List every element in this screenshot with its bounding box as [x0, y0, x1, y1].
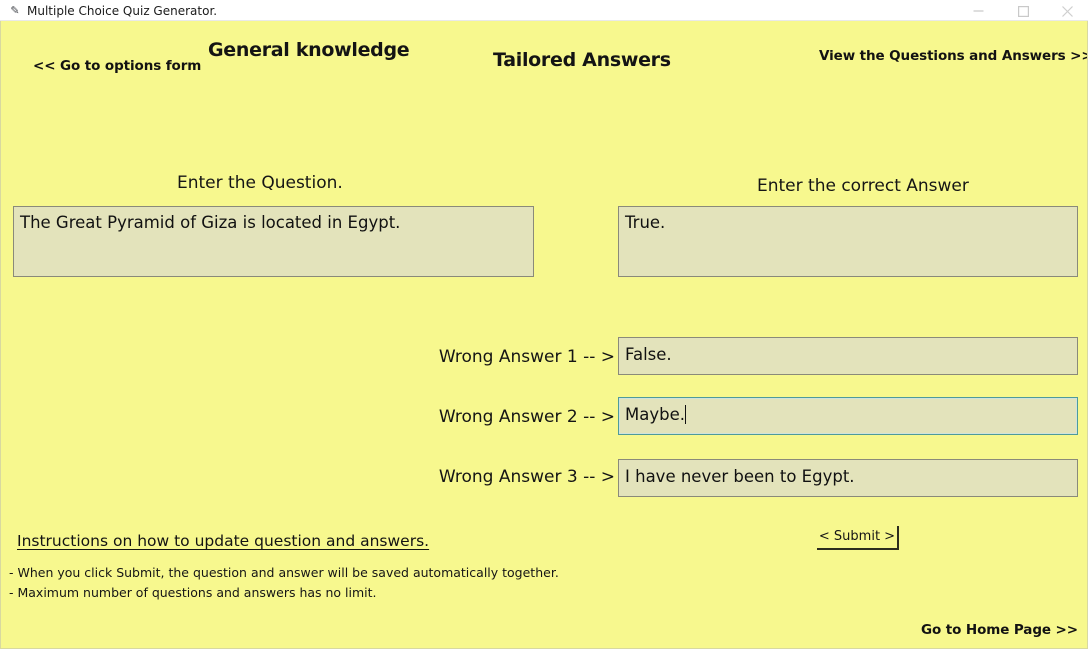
- wrong-answer-2-text: Maybe.: [625, 405, 685, 424]
- minimize-icon[interactable]: [956, 0, 1001, 21]
- go-to-options-form-link[interactable]: << Go to options form: [33, 58, 201, 74]
- close-icon[interactable]: [1046, 0, 1088, 21]
- application-window: ✎ Multiple Choice Quiz Generator. << Go …: [0, 0, 1088, 649]
- quiz-category-title: General knowledge: [208, 39, 410, 61]
- view-questions-and-answers-link[interactable]: View the Questions and Answers >>: [819, 48, 1087, 64]
- wrong-answer-2-label: Wrong Answer 2 -- >: [438, 407, 615, 427]
- correct-answer-input[interactable]: True.: [618, 206, 1078, 277]
- wrong-answer-1-input[interactable]: False.: [618, 337, 1078, 375]
- title-bar: ✎ Multiple Choice Quiz Generator.: [0, 0, 1088, 21]
- submit-button[interactable]: < Submit >: [817, 526, 899, 550]
- maximize-icon[interactable]: [1001, 0, 1046, 21]
- instructions-heading: Instructions on how to update question a…: [17, 532, 430, 550]
- question-label: Enter the Question.: [177, 173, 343, 193]
- instruction-line: - When you click Submit, the question an…: [9, 565, 559, 580]
- go-to-home-page-link[interactable]: Go to Home Page >>: [921, 622, 1078, 638]
- window-title: Multiple Choice Quiz Generator.: [27, 4, 218, 18]
- question-input[interactable]: The Great Pyramid of Giza is located in …: [13, 206, 534, 277]
- wrong-answer-3-input[interactable]: I have never been to Egypt.: [618, 459, 1078, 497]
- form-canvas: << Go to options form General knowledge …: [0, 21, 1088, 649]
- quiz-app-icon: ✎: [10, 4, 20, 17]
- correct-answer-label: Enter the correct Answer: [757, 176, 969, 196]
- text-caret: [684, 405, 686, 424]
- instruction-line: - Maximum number of questions and answer…: [9, 585, 377, 600]
- quiz-mode-title: Tailored Answers: [493, 49, 671, 71]
- wrong-answer-2-input[interactable]: Maybe.: [618, 397, 1078, 435]
- wrong-answer-3-label: Wrong Answer 3 -- >: [438, 467, 615, 487]
- wrong-answer-1-label: Wrong Answer 1 -- >: [438, 347, 615, 367]
